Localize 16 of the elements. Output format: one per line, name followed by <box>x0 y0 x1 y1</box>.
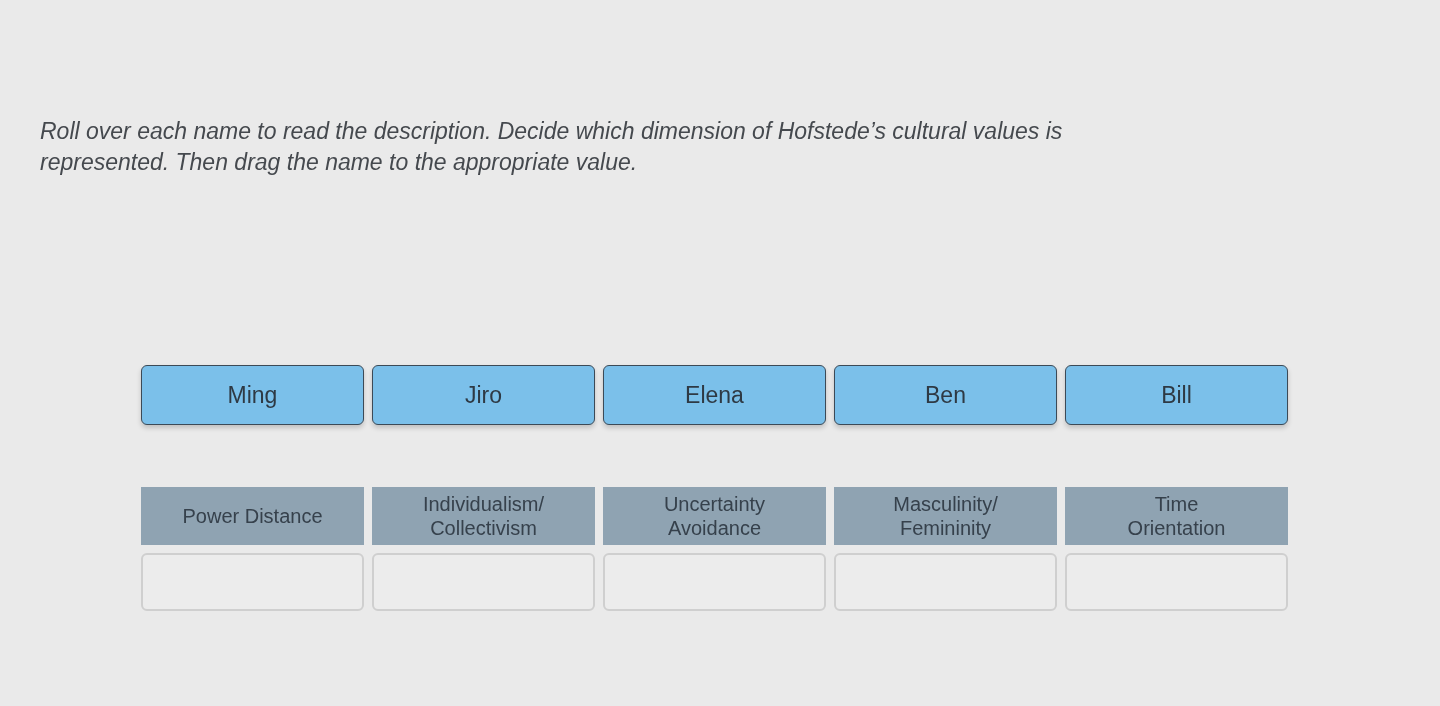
dimension-heading: Individualism/ Collectivism <box>372 487 595 545</box>
drop-zone-field[interactable] <box>141 553 364 611</box>
drop-zone-field[interactable] <box>834 553 1057 611</box>
drop-zone-field[interactable] <box>372 553 595 611</box>
instruction-text: Roll over each name to read the description. Decide which dimension of Hofstede’s cultural values is represented. Then drag the name to the appropriate value. <box>40 117 1064 177</box>
dimension-heading: Power Distance <box>141 487 364 545</box>
name-card[interactable]: Jiro <box>372 365 595 425</box>
name-card[interactable]: Ben <box>834 365 1057 425</box>
dimension-heading: Uncertainty Avoidance <box>603 487 826 545</box>
dimension-heading: Time Orientation <box>1065 487 1288 545</box>
drop-zone-field[interactable] <box>1065 553 1288 611</box>
drop-zone-field[interactable] <box>603 553 826 611</box>
name-card[interactable]: Bill <box>1065 365 1288 425</box>
name-card[interactable]: Ming <box>141 365 364 425</box>
dimension-heading: Masculinity/ Femininity <box>834 487 1057 545</box>
name-card[interactable]: Elena <box>603 365 826 425</box>
